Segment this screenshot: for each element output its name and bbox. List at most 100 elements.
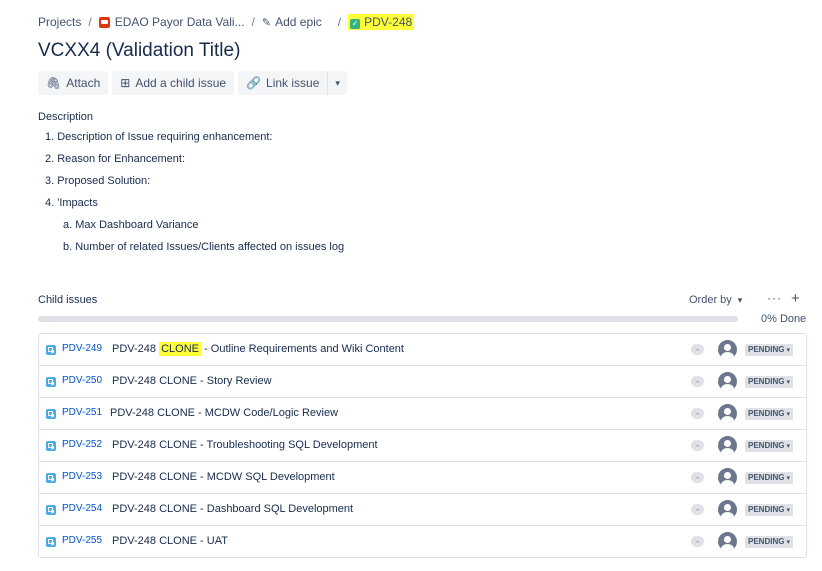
subtask-icon — [46, 441, 56, 451]
status-dropdown[interactable]: PENDING ▾ — [745, 504, 793, 516]
status-dropdown[interactable]: PENDING ▾ — [745, 408, 793, 420]
assignee-avatar-icon[interactable] — [718, 404, 737, 423]
chevron-down-icon: ▾ — [786, 347, 790, 354]
child-issue-row[interactable]: PDV-249 PDV-248 CLONE - Outline Requirem… — [39, 334, 806, 366]
issue-toolbar: 🖇 Attach ⊞ Add a child issue 🔗 Link issu… — [38, 71, 347, 95]
attach-button[interactable]: 🖇 Attach — [38, 71, 109, 95]
subtask-icon — [46, 505, 56, 515]
more-actions-dropdown[interactable]: ▾ — [327, 71, 347, 95]
status-label: PENDING — [748, 441, 785, 450]
breadcrumb-separator: / — [251, 15, 255, 29]
paperclip-icon: 🖇 — [46, 76, 62, 90]
add-child-issue-button[interactable]: ⊞ Add a child issue — [112, 71, 235, 95]
subtask-icon — [46, 537, 56, 547]
status-dropdown[interactable]: PENDING ▾ — [745, 472, 793, 484]
chevron-down-icon: ▾ — [786, 411, 790, 418]
description-subitem: b. Number of related Issues/Clients affe… — [63, 241, 345, 253]
pencil-icon: ✎ — [261, 16, 272, 29]
issue-summary-link[interactable]: PDV-248 CLONE - Dashboard SQL Developmen… — [112, 503, 353, 515]
issue-summary-link[interactable]: PDV-248 CLONE - Story Review — [112, 375, 272, 387]
add-epic-button[interactable]: Add epic — [275, 15, 322, 29]
issue-summary-link[interactable]: PDV-248 CLONE - MCDW SQL Development — [112, 471, 335, 483]
summary-rest: - Outline Requirements and Wiki Content — [201, 343, 404, 355]
child-issue-row[interactable]: PDV-253 PDV-248 CLONE - MCDW SQL Develop… — [39, 462, 806, 494]
more-options-icon[interactable]: ··· — [767, 291, 782, 305]
assignee-avatar-icon[interactable] — [718, 532, 737, 551]
status-label: PENDING — [748, 377, 785, 386]
assignee-avatar-icon[interactable] — [718, 436, 737, 455]
order-by-button[interactable]: Order by ▾ — [689, 294, 742, 306]
add-child-icon[interactable]: + — [791, 290, 800, 307]
status-dropdown[interactable]: PENDING ▾ — [745, 376, 793, 388]
priority-badge[interactable]: - — [691, 408, 704, 419]
assignee-avatar-icon[interactable] — [718, 500, 737, 519]
priority-badge[interactable]: - — [691, 504, 704, 515]
link-issue-button[interactable]: 🔗 Link issue — [238, 71, 328, 95]
description-item: 3. Proposed Solution: — [45, 175, 151, 187]
attach-label: Attach — [66, 76, 101, 90]
chevron-down-icon: ▾ — [737, 294, 743, 305]
status-dropdown[interactable]: PENDING ▾ — [745, 536, 793, 548]
issue-summary-link[interactable]: PDV-248 CLONE - MCDW Code/Logic Review — [110, 407, 338, 419]
priority-badge[interactable]: - — [691, 536, 704, 547]
child-issue-row[interactable]: PDV-252 PDV-248 CLONE - Troubleshooting … — [39, 430, 806, 462]
issue-key-link[interactable]: PDV-251 — [62, 407, 102, 418]
breadcrumb-separator: / — [88, 15, 92, 29]
subtask-icon — [46, 377, 56, 387]
description-subitem: a. Max Dashboard Variance — [63, 219, 199, 231]
child-issue-row[interactable]: PDV-250 PDV-248 CLONE - Story Review - P… — [39, 366, 806, 398]
issue-key-link[interactable]: PDV-249 — [62, 343, 102, 354]
order-by-label: Order by — [689, 294, 732, 306]
assignee-avatar-icon[interactable] — [718, 468, 737, 487]
child-issue-row[interactable]: PDV-251 PDV-248 CLONE - MCDW Code/Logic … — [39, 398, 806, 430]
issue-key-link[interactable]: PDV-254 — [62, 503, 102, 514]
chevron-down-icon: ▾ — [786, 507, 790, 514]
summary-prefix: PDV-248 — [112, 343, 157, 355]
issue-key-link[interactable]: PDV-252 — [62, 439, 102, 450]
breadcrumb-separator: / — [337, 15, 342, 29]
status-dropdown[interactable]: PENDING ▾ — [745, 440, 793, 452]
child-issue-row[interactable]: PDV-255 PDV-248 CLONE - UAT - PENDING ▾ — [39, 526, 806, 557]
chevron-down-icon: ▾ — [335, 77, 340, 88]
description-item: 1. Description of Issue requiring enhanc… — [45, 131, 273, 143]
subtask-icon — [46, 345, 56, 355]
breadcrumb-projects-link[interactable]: Projects — [38, 15, 81, 29]
subtask-icon — [46, 409, 56, 419]
issue-key-link[interactable]: PDV-255 — [62, 535, 102, 546]
highlighted-text: CLONE — [159, 342, 201, 356]
progress-bar — [38, 316, 738, 322]
breadcrumb-project-link[interactable]: EDAO Payor Data Vali... — [115, 15, 245, 29]
priority-badge[interactable]: - — [691, 440, 704, 451]
link-issue-label: Link issue — [266, 76, 320, 90]
issue-key-link[interactable]: PDV-250 — [62, 375, 102, 386]
child-issue-row[interactable]: PDV-254 PDV-248 CLONE - Dashboard SQL De… — [39, 494, 806, 526]
subtask-icon — [46, 473, 56, 483]
assignee-avatar-icon[interactable] — [718, 372, 737, 391]
issue-summary-link[interactable]: PDV-248 CLONE - Outline Requirements and… — [112, 342, 404, 356]
add-child-label: Add a child issue — [135, 76, 227, 90]
breadcrumb-issue-key-text: PDV-248 — [364, 15, 413, 29]
issue-summary-link[interactable]: PDV-248 CLONE - UAT — [112, 535, 228, 547]
breadcrumb-issue-key[interactable]: ✓ PDV-248 — [348, 14, 415, 30]
description-item: 4. 'Impacts — [45, 197, 98, 209]
status-label: PENDING — [748, 409, 785, 418]
status-label: PENDING — [748, 505, 785, 514]
chevron-down-icon: ▾ — [786, 443, 790, 450]
child-issues-heading: Child issues — [38, 294, 98, 306]
breadcrumb: Projects / EDAO Payor Data Vali... / ✎ A… — [38, 14, 415, 30]
priority-badge[interactable]: - — [691, 472, 704, 483]
issue-key-link[interactable]: PDV-253 — [62, 471, 102, 482]
priority-badge[interactable]: - — [691, 344, 704, 355]
status-label: PENDING — [748, 345, 785, 354]
chevron-down-icon: ▾ — [786, 379, 790, 386]
child-issue-list: PDV-249 PDV-248 CLONE - Outline Requirem… — [38, 333, 807, 558]
issue-title[interactable]: VCXX4 (Validation Title) — [38, 40, 240, 62]
status-dropdown[interactable]: PENDING ▾ — [745, 344, 793, 356]
issue-summary-link[interactable]: PDV-248 CLONE - Troubleshooting SQL Deve… — [112, 439, 378, 451]
assignee-avatar-icon[interactable] — [718, 340, 737, 359]
hierarchy-icon: ⊞ — [120, 76, 131, 90]
progress-text: 0% Done — [761, 313, 807, 325]
status-label: PENDING — [748, 473, 785, 482]
priority-badge[interactable]: - — [691, 376, 704, 387]
description-label: Description — [38, 111, 94, 123]
